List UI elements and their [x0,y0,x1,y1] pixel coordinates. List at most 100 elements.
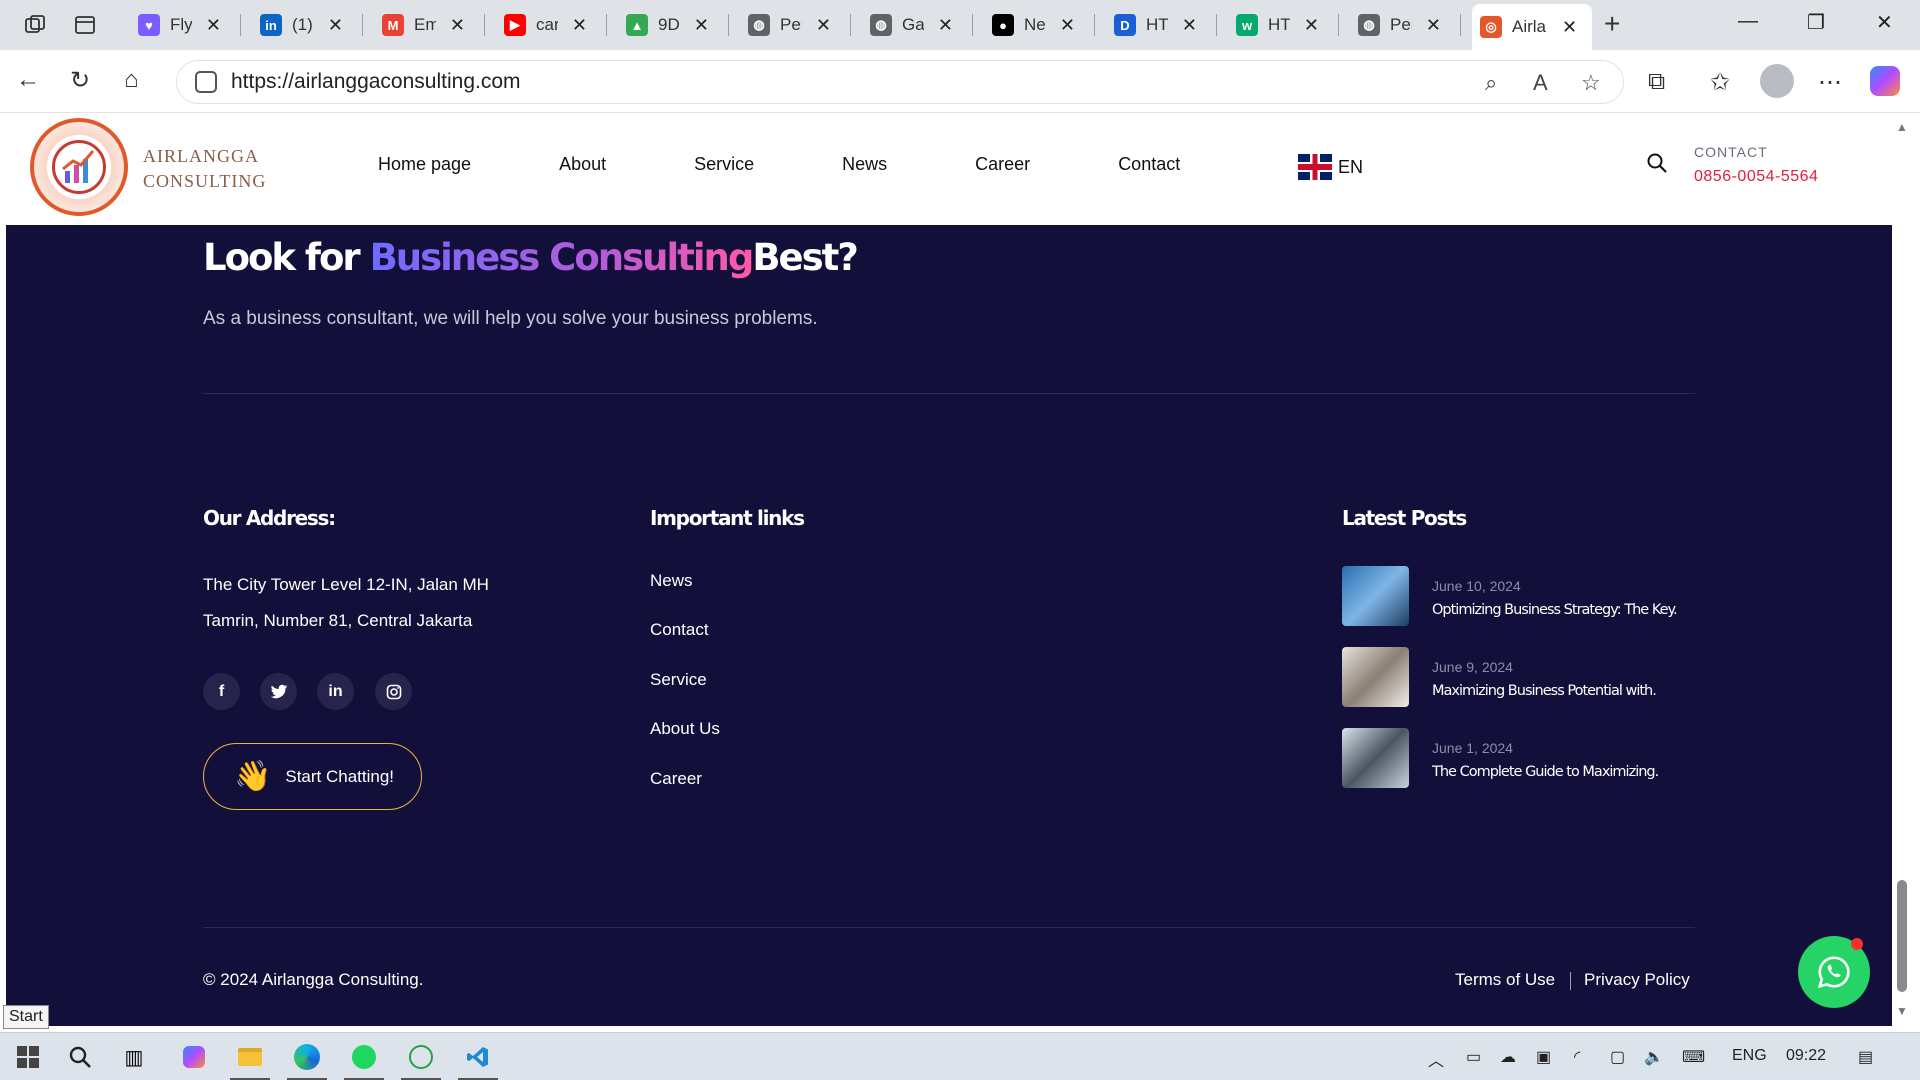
site-info-icon[interactable] [195,71,217,93]
tab-actions-icon[interactable] [70,10,100,40]
terms-link[interactable]: Terms of Use [1455,970,1555,990]
url-text[interactable]: https://airlanggaconsulting.com [231,70,521,94]
address-bar[interactable]: https://airlanggaconsulting.com ⌕ A ☆ [176,60,1624,104]
spotify-icon[interactable] [348,1041,380,1073]
show-hidden-icons-icon[interactable]: ︿ [1428,1047,1444,1071]
refresh-icon[interactable]: ↻ [70,66,90,95]
home-icon[interactable]: ⌂ [124,66,139,94]
back-icon[interactable]: ← [16,66,40,94]
browser-tab[interactable]: ● Nev ✕ [984,5,1083,45]
volume-icon[interactable]: 🔈 [1644,1047,1664,1067]
contact-phone[interactable]: 0856-0054-5564 [1694,168,1818,186]
settings-more-icon[interactable]: ⋯ [1818,68,1842,97]
tab-close-icon[interactable]: ✕ [1060,15,1075,36]
nav-home[interactable]: Home page [378,154,471,175]
edge-icon[interactable] [291,1041,323,1073]
tab-close-icon[interactable]: ✕ [1426,15,1441,36]
tab-close-icon[interactable]: ✕ [816,15,831,36]
onedrive-icon[interactable]: ☁ [1500,1047,1516,1067]
post-thumbnail[interactable] [1342,647,1409,707]
browser-tab[interactable]: ◍ Pers ✕ [1350,5,1449,45]
notifications-icon[interactable]: ▤ [1858,1047,1873,1067]
keyboard-icon[interactable]: ⌨ [1682,1047,1705,1067]
tab-close-icon[interactable]: ✕ [572,15,587,36]
tab-close-icon[interactable]: ✕ [1562,17,1577,38]
task-view-icon[interactable]: ▥ [118,1041,150,1073]
file-explorer-icon[interactable] [234,1041,266,1073]
browser-tab[interactable]: ▲ 9D ✕ [618,5,717,45]
post-title[interactable]: Optimizing Business Strategy: The Key. [1432,602,1678,618]
footer-link-news[interactable]: News [650,571,693,591]
start-chatting-button[interactable]: 👋 Start Chatting! [203,743,422,810]
vscode-icon[interactable] [462,1041,494,1073]
browser-tab[interactable]: D HTN ✕ [1106,5,1205,45]
post-thumbnail[interactable] [1342,728,1409,788]
tab-close-icon[interactable]: ✕ [938,15,953,36]
windows-start-icon[interactable] [12,1041,44,1073]
logo-wordmark[interactable]: AIRLANGGA CONSULTING [143,144,266,194]
browser-tab[interactable]: ♥ Flye ✕ [130,5,229,45]
tab-close-icon[interactable]: ✕ [1182,15,1197,36]
search-icon[interactable] [1646,152,1668,174]
close-window-icon[interactable]: ✕ [1876,10,1893,35]
scrollbar-thumb[interactable] [1897,880,1907,992]
browser-tab[interactable]: ◍ Pers ✕ [740,5,839,45]
footer-link-contact[interactable]: Contact [650,620,709,640]
post-title[interactable]: The Complete Guide to Maximizing. [1432,764,1659,780]
latest-post[interactable]: June 10, 2024 Optimizing Business Strate… [1342,566,1702,626]
whatsapp-taskbar-icon[interactable] [405,1041,437,1073]
taskbar-search-icon[interactable] [64,1041,96,1073]
nav-contact[interactable]: Contact [1118,154,1180,175]
post-thumbnail[interactable] [1342,566,1409,626]
language-switcher[interactable]: EN [1298,154,1363,180]
copilot-icon[interactable] [1870,66,1900,96]
footer-link-service[interactable]: Service [650,670,707,690]
latest-post[interactable]: June 9, 2024 Maximizing Business Potenti… [1342,647,1702,707]
tab-title: (1) F [292,15,314,34]
battery-icon[interactable]: ▭ [1466,1047,1481,1067]
scroll-up-arrow-icon[interactable]: ▲ [1896,120,1908,134]
nav-service[interactable]: Service [694,154,754,175]
clock-time[interactable]: 09:22 [1786,1047,1826,1065]
input-language[interactable]: ENG [1732,1047,1767,1065]
favorites-icon[interactable]: ✩ [1710,68,1730,97]
minimize-icon[interactable]: — [1738,10,1758,33]
facebook-icon[interactable]: f [203,673,240,710]
linkedin-icon[interactable]: in [317,673,354,710]
tab-close-icon[interactable]: ✕ [450,15,465,36]
new-tab-button[interactable]: + [1604,8,1620,40]
scroll-down-arrow-icon[interactable]: ▼ [1896,1004,1908,1018]
nav-news[interactable]: News [842,154,887,175]
zoom-icon[interactable]: ⌕ [1485,70,1497,96]
tab-close-icon[interactable]: ✕ [328,15,343,36]
instagram-icon[interactable] [375,673,412,710]
browser-tab[interactable]: w HTN ✕ [1228,5,1327,45]
footer-link-about[interactable]: About Us [650,719,720,739]
favorite-star-icon[interactable]: ☆ [1581,70,1601,96]
browser-tab[interactable]: M Ema ✕ [374,5,473,45]
browser-tab[interactable]: ◍ Gall ✕ [862,5,961,45]
footer-link-career[interactable]: Career [650,769,702,789]
nav-about[interactable]: About [559,154,606,175]
tab-close-icon[interactable]: ✕ [206,15,221,36]
company-logo[interactable] [30,118,128,216]
tab-close-icon[interactable]: ✕ [694,15,709,36]
wifi-icon[interactable]: ◜ [1574,1047,1580,1067]
extensions-icon[interactable]: ⧉ [1648,68,1665,96]
workspaces-icon[interactable] [20,10,50,40]
restore-icon[interactable]: ❐ [1807,10,1825,35]
profile-avatar[interactable] [1760,64,1794,98]
browser-tab[interactable]: ◎ Airla ✕ [1472,4,1592,50]
browser-tab[interactable]: in (1) F ✕ [252,5,351,45]
privacy-link[interactable]: Privacy Policy [1584,970,1690,990]
latest-post[interactable]: June 1, 2024 The Complete Guide to Maxim… [1342,728,1702,788]
post-title[interactable]: Maximizing Business Potential with. [1432,683,1657,699]
copilot-taskbar-icon[interactable] [178,1041,210,1073]
device-icon[interactable]: ▣ [1536,1047,1551,1067]
read-aloud-icon[interactable]: A [1533,70,1548,96]
browser-tab[interactable]: ▶ cara ✕ [496,5,595,45]
tab-close-icon[interactable]: ✕ [1304,15,1319,36]
nav-career[interactable]: Career [975,154,1030,175]
twitter-icon[interactable] [260,673,297,710]
camera-icon[interactable]: ▢ [1610,1047,1625,1067]
